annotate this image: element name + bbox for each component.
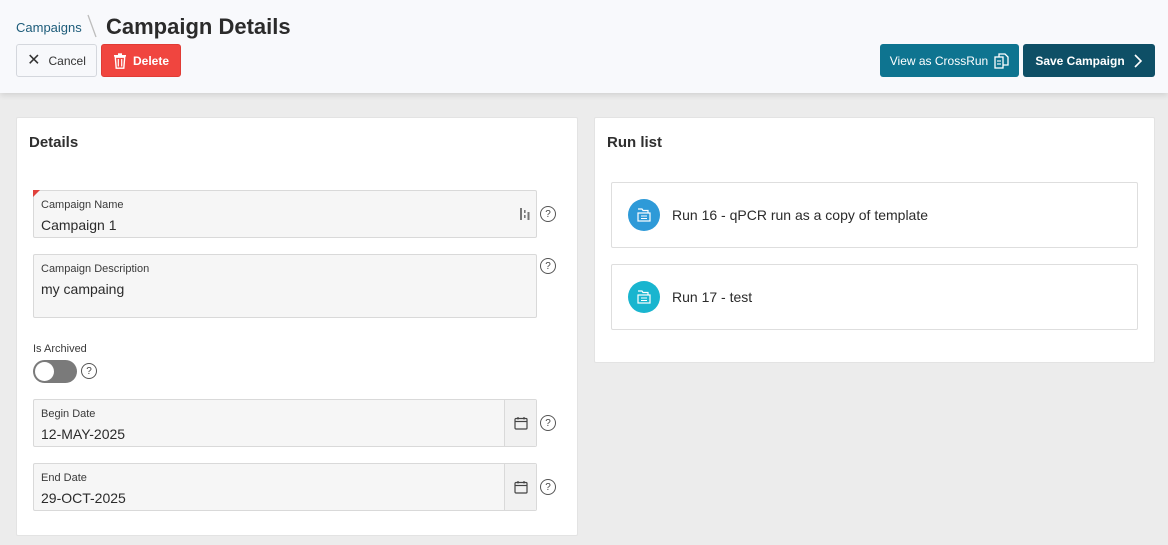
begin-date-value: 12-MAY-2025 xyxy=(41,426,126,442)
run-list-item[interactable]: Run 16 - qPCR run as a copy of template xyxy=(611,182,1138,248)
delete-button[interactable]: Delete xyxy=(101,44,181,77)
run-list-title: Run list xyxy=(607,134,662,151)
run-icon xyxy=(637,290,651,304)
view-as-crossrun-label: View as CrossRun xyxy=(889,53,989,68)
campaign-description-field[interactable]: Campaign Description my campaing xyxy=(33,254,537,318)
calendar-icon xyxy=(513,481,528,494)
chevron-right-icon xyxy=(1134,53,1142,68)
toggle-knob xyxy=(35,362,54,381)
campaign-name-help-icon[interactable]: ? xyxy=(540,206,556,222)
breadcrumb-separator xyxy=(87,14,97,38)
save-campaign-label: Save Campaign xyxy=(1035,53,1125,68)
end-date-value: 29-OCT-2025 xyxy=(41,490,126,506)
save-campaign-button[interactable]: Save Campaign xyxy=(1023,44,1155,77)
run-avatar xyxy=(628,199,660,231)
translate-icon[interactable] xyxy=(519,207,531,221)
end-date-field[interactable]: End Date 29-OCT-2025 xyxy=(33,463,537,511)
view-as-crossrun-button[interactable]: View as CrossRun xyxy=(880,44,1019,77)
campaign-description-help-icon[interactable]: ? xyxy=(540,258,556,274)
is-archived-help-icon[interactable]: ? xyxy=(81,363,97,379)
run-list-item-label: Run 17 - test xyxy=(672,289,753,305)
begin-date-help-icon[interactable]: ? xyxy=(540,415,556,431)
campaign-name-label: Campaign Name xyxy=(41,199,124,211)
campaign-description-value: my campaing xyxy=(41,281,125,297)
run-list-item[interactable]: Run 17 - test xyxy=(611,264,1138,330)
is-archived-label: Is Archived xyxy=(33,343,87,355)
details-title: Details xyxy=(29,134,79,151)
run-icon xyxy=(637,208,651,222)
end-date-help-icon[interactable]: ? xyxy=(540,479,556,495)
end-date-calendar-button[interactable] xyxy=(504,464,536,510)
begin-date-field[interactable]: Begin Date 12-MAY-2025 xyxy=(33,399,537,447)
page-header: Campaigns Campaign Details ✕ Cancel Dele… xyxy=(0,0,1168,93)
close-icon: ✕ xyxy=(27,51,41,69)
cancel-button-label: Cancel xyxy=(48,53,86,68)
begin-date-label: Begin Date xyxy=(41,408,96,420)
run-avatar xyxy=(628,281,660,313)
delete-button-label: Delete xyxy=(132,53,170,68)
end-date-label: End Date xyxy=(41,472,87,484)
calendar-icon xyxy=(513,417,528,430)
run-list-item-label: Run 16 - qPCR run as a copy of template xyxy=(672,207,929,223)
campaign-description-label: Campaign Description xyxy=(41,263,150,275)
required-indicator xyxy=(33,190,40,197)
page-title: Campaign Details xyxy=(106,14,291,39)
breadcrumb-campaigns-link[interactable]: Campaigns xyxy=(16,20,82,35)
cancel-button[interactable]: ✕ Cancel xyxy=(16,44,97,77)
campaign-name-field[interactable]: Campaign Name Campaign 1 xyxy=(33,190,537,238)
copy-document-icon xyxy=(994,52,1009,69)
trash-icon xyxy=(113,52,126,69)
is-archived-toggle[interactable] xyxy=(33,360,77,383)
campaign-name-value: Campaign 1 xyxy=(41,217,117,233)
begin-date-calendar-button[interactable] xyxy=(504,400,536,446)
